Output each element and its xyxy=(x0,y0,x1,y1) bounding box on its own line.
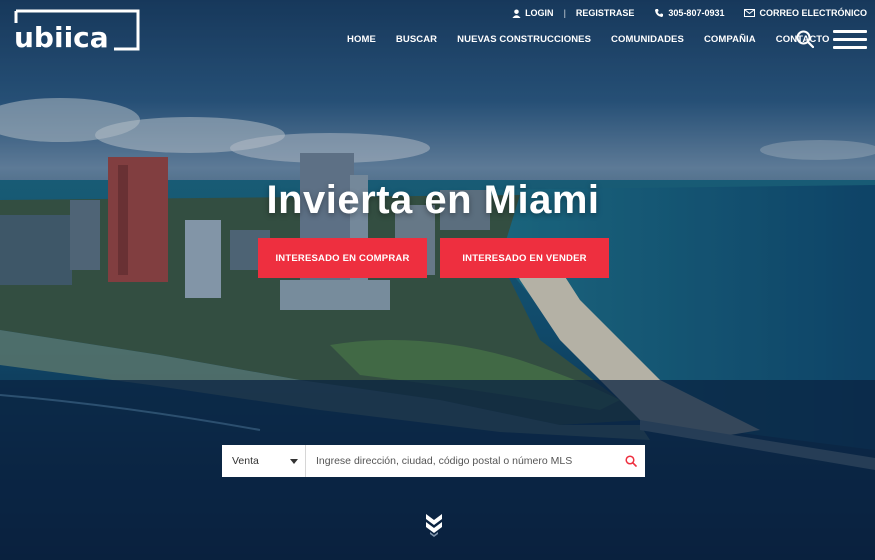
phone-icon xyxy=(655,9,664,17)
hamburger-menu-icon xyxy=(833,46,867,49)
search-icon xyxy=(625,455,637,467)
nav-buscar[interactable]: BUSCAR xyxy=(396,34,437,45)
search-submit-button[interactable] xyxy=(617,445,645,477)
phone-link[interactable]: 305-807-0931 xyxy=(654,8,724,18)
listing-type-select[interactable]: Venta xyxy=(222,445,306,477)
hamburger-menu-button[interactable] xyxy=(833,30,867,50)
sell-interest-button[interactable]: INTERESADO EN VENDER xyxy=(440,238,609,278)
nav-home[interactable]: HOME xyxy=(347,34,376,45)
property-search-bar: Venta xyxy=(222,445,645,477)
chevron-double-down-icon xyxy=(426,514,442,537)
hero-title: Invierta en Miami xyxy=(266,178,600,222)
nav-compania[interactable]: COMPAÑIA xyxy=(704,34,756,45)
hamburger-menu-icon xyxy=(833,30,867,33)
envelope-icon xyxy=(744,9,756,17)
buy-interest-button[interactable]: INTERESADO EN COMPRAR xyxy=(258,238,427,278)
nav-comunidades[interactable]: COMUNIDADES xyxy=(611,34,684,45)
ubiica-logo[interactable]: ubiica xyxy=(14,9,140,54)
search-icon xyxy=(796,30,815,49)
email-label: CORREO ELECTRÓNICO xyxy=(759,8,867,18)
top-utility-bar: LOGIN | REGISTRASE 305-807-0931 CORREO E… xyxy=(492,8,867,18)
logo-mark: ubiica xyxy=(14,9,140,54)
register-link[interactable]: REGISTRASE xyxy=(576,8,635,18)
login-link[interactable]: LOGIN xyxy=(525,8,554,18)
scroll-down-button[interactable] xyxy=(424,512,444,540)
caret-down-icon xyxy=(290,458,298,464)
divider: | xyxy=(563,8,566,18)
logo-text: ubiica xyxy=(14,21,109,51)
search-input[interactable] xyxy=(306,445,617,477)
listing-type-value: Venta xyxy=(232,455,259,467)
email-link[interactable]: CORREO ELECTRÓNICO xyxy=(744,8,867,18)
user-icon xyxy=(512,8,521,18)
nav-nuevas-construcciones[interactable]: NUEVAS CONSTRUCCIONES xyxy=(457,34,591,45)
hamburger-menu-icon xyxy=(833,38,867,41)
phone-number: 305-807-0931 xyxy=(668,8,725,18)
header-search-button[interactable] xyxy=(796,30,815,49)
main-navigation: HOME BUSCAR NUEVAS CONSTRUCCIONES COMUNI… xyxy=(347,34,850,45)
account-links: LOGIN | REGISTRASE xyxy=(512,8,634,18)
